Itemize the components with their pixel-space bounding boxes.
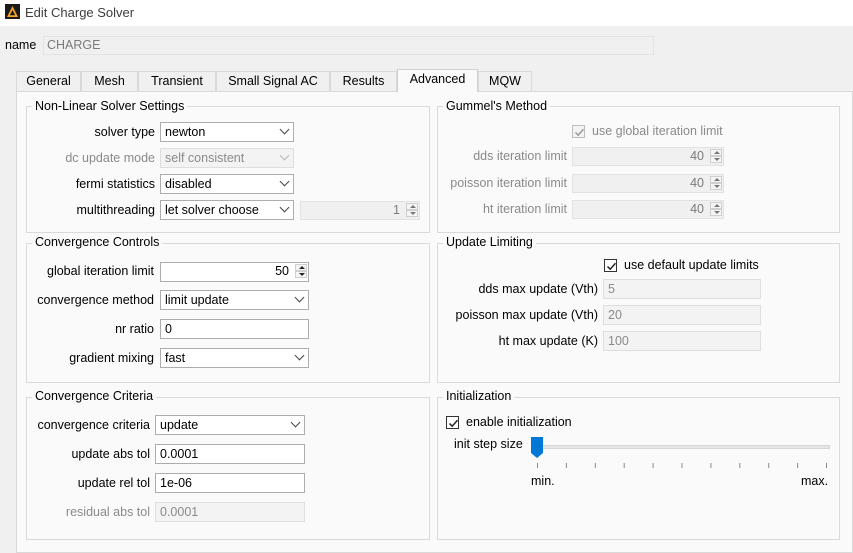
tab-general[interactable]: General xyxy=(16,71,81,91)
convergence-criteria-label: convergence criteria xyxy=(37,418,150,432)
init-step-slider-track[interactable] xyxy=(531,445,830,449)
update-rel-tol-input[interactable]: 1e-06 xyxy=(155,473,305,493)
checkmark-icon xyxy=(574,128,585,137)
update-abs-tol-label: update abs tol xyxy=(71,447,150,461)
dds-max-update-label: dds max update (Vth) xyxy=(478,282,598,296)
chevron-down-icon xyxy=(294,350,305,361)
multithreading-label: multithreading xyxy=(76,203,155,217)
thread-count-value: 1 xyxy=(393,203,400,217)
gradient-mixing-label: gradient mixing xyxy=(69,351,154,365)
residual-abs-tol-input[interactable]: 0.0001 xyxy=(155,502,305,522)
slider-min-label: min. xyxy=(531,474,555,488)
ht-iteration-value: 40 xyxy=(690,202,704,216)
update-limiting-title: Update Limiting xyxy=(443,235,536,249)
window-title: Edit Charge Solver xyxy=(25,5,135,20)
checkmark-icon xyxy=(448,419,459,428)
solver-type-label: solver type xyxy=(94,125,155,139)
dc-update-mode-value: self consistent xyxy=(165,151,245,165)
poisson-max-update-input[interactable]: 20 xyxy=(603,305,761,325)
convergence-criteria-select[interactable]: update xyxy=(155,415,305,435)
tab-small-signal-ac[interactable]: Small Signal AC xyxy=(216,71,330,91)
dds-iteration-label: dds iteration limit xyxy=(473,149,567,163)
dds-iteration-value: 40 xyxy=(690,149,704,163)
stepper-arrows-icon[interactable] xyxy=(710,176,722,191)
use-global-iteration-checkbox[interactable] xyxy=(572,125,585,138)
chevron-down-icon xyxy=(294,292,305,303)
nonlinear-solver-title: Non-Linear Solver Settings xyxy=(32,99,188,113)
tab-mqw[interactable]: MQW xyxy=(478,71,532,91)
tab-advanced[interactable]: Advanced xyxy=(397,69,478,92)
chevron-down-icon xyxy=(279,124,290,135)
residual-abs-tol-label: residual abs tol xyxy=(65,505,150,519)
fermi-statistics-select[interactable]: disabled xyxy=(160,174,294,194)
slider-max-label: max. xyxy=(801,474,829,488)
convergence-method-value: limit update xyxy=(165,293,229,307)
initialization-title: Initialization xyxy=(443,389,515,403)
multithreading-select[interactable]: let solver choose xyxy=(160,200,294,220)
poisson-iteration-value: 40 xyxy=(690,176,704,190)
dc-update-mode-select[interactable]: self consistent xyxy=(160,148,294,168)
poisson-iteration-label: poisson iteration limit xyxy=(450,176,567,190)
fermi-statistics-label: fermi statistics xyxy=(75,177,155,191)
update-rel-tol-label: update rel tol xyxy=(77,476,150,490)
ht-iteration-label: ht iteration limit xyxy=(482,202,567,216)
gradient-mixing-select[interactable]: fast xyxy=(160,348,309,368)
use-default-limits-checkbox[interactable] xyxy=(604,259,617,272)
use-default-limits-label: use default update limits xyxy=(624,258,759,272)
stepper-arrows-icon[interactable] xyxy=(710,149,722,164)
chevron-down-icon xyxy=(290,417,301,428)
chevron-down-icon xyxy=(279,150,290,161)
dds-iteration-stepper[interactable]: 40 xyxy=(572,147,724,166)
ht-iteration-stepper[interactable]: 40 xyxy=(572,200,724,219)
nr-ratio-input[interactable]: 0 xyxy=(160,319,309,339)
stepper-arrows-icon[interactable] xyxy=(710,202,722,217)
stepper-arrows-icon[interactable] xyxy=(295,264,307,279)
slider-tick-marks xyxy=(537,463,827,468)
stepper-arrows-icon[interactable] xyxy=(406,203,418,218)
global-iteration-label: global iteration limit xyxy=(47,264,154,278)
tab-transient[interactable]: Transient xyxy=(138,71,216,91)
dc-update-mode-label: dc update mode xyxy=(65,151,155,165)
app-logo-icon xyxy=(5,4,20,19)
convergence-criteria-title: Convergence Criteria xyxy=(32,389,157,403)
enable-initialization-checkbox[interactable] xyxy=(446,416,459,429)
tab-results[interactable]: Results xyxy=(330,71,397,91)
checkmark-icon xyxy=(606,262,617,271)
slider-ticks xyxy=(537,458,827,468)
convergence-criteria-value: update xyxy=(160,418,199,432)
fermi-statistics-value: disabled xyxy=(165,177,212,191)
ht-max-update-input[interactable]: 100 xyxy=(603,331,761,351)
nr-ratio-label: nr ratio xyxy=(115,322,154,336)
thread-count-stepper[interactable]: 1 xyxy=(300,201,420,220)
init-step-size-label: init step size xyxy=(454,437,523,451)
poisson-iteration-stepper[interactable]: 40 xyxy=(572,174,724,193)
chevron-down-icon xyxy=(279,176,290,187)
enable-initialization-label: enable initialization xyxy=(466,415,572,429)
convergence-method-select[interactable]: limit update xyxy=(160,290,309,310)
tab-mesh[interactable]: Mesh xyxy=(81,71,138,91)
init-step-slider-thumb[interactable] xyxy=(531,437,543,458)
chevron-down-icon xyxy=(279,202,290,213)
global-iteration-value: 50 xyxy=(275,264,289,278)
convergence-controls-title: Convergence Controls xyxy=(32,235,163,249)
gradient-mixing-value: fast xyxy=(165,351,186,365)
name-field[interactable]: CHARGE xyxy=(43,36,654,55)
global-iteration-stepper[interactable]: 50 xyxy=(160,262,309,282)
poisson-max-update-label: poisson max update (Vth) xyxy=(455,308,598,322)
dds-max-update-input[interactable]: 5 xyxy=(603,279,761,299)
name-label: name xyxy=(5,38,37,52)
convergence-method-label: convergence method xyxy=(37,293,154,307)
gummel-title: Gummel's Method xyxy=(443,99,551,113)
solver-type-value: newton xyxy=(165,125,206,139)
use-global-iteration-label: use global iteration limit xyxy=(592,124,723,138)
multithreading-value: let solver choose xyxy=(165,203,259,217)
solver-type-select[interactable]: newton xyxy=(160,122,294,142)
update-abs-tol-input[interactable]: 0.0001 xyxy=(155,444,305,464)
ht-max-update-label: ht max update (K) xyxy=(498,334,598,348)
